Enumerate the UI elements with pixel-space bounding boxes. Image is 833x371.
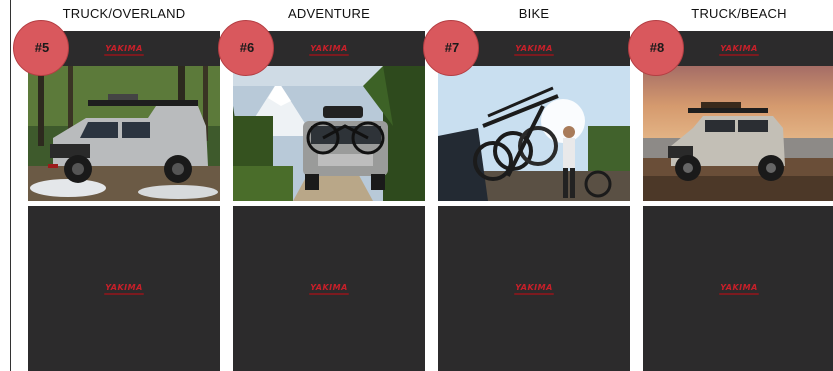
column-truck-beach: TRUCK/BEACH YAKIMA #8 YAKIMA (628, 0, 833, 371)
placeholder-card[interactable]: YAKIMA (643, 206, 833, 371)
yakima-logo: YAKIMA (310, 283, 348, 292)
logo-tagline (514, 293, 554, 295)
column-title: TRUCK/OVERLAND (62, 6, 186, 21)
truck-offroad-forest-photo (28, 66, 220, 201)
column-title: TRUCK/BEACH (691, 6, 787, 21)
placeholder-card[interactable]: YAKIMA (28, 206, 220, 371)
yakima-logo: YAKIMA (720, 283, 758, 292)
column-title: BIKE (518, 6, 550, 21)
column-truck-overland: TRUCK/OVERLAND YAKIMA #5 YAKIMA (13, 0, 220, 371)
placeholder-card[interactable]: YAKIMA (438, 206, 630, 371)
number-badge: #5 (13, 20, 69, 76)
badge-label: #7 (444, 40, 460, 55)
badge-label: #8 (649, 40, 665, 55)
yakima-logo: YAKIMA (310, 44, 348, 53)
yakima-logo: YAKIMA (720, 44, 758, 53)
logo-tagline (104, 293, 144, 295)
yakima-logo: YAKIMA (105, 44, 143, 53)
yakima-logo: YAKIMA (515, 44, 553, 53)
logo-tagline (104, 54, 144, 56)
logo-tagline (719, 293, 759, 295)
logo-tagline (309, 293, 349, 295)
badge-label: #5 (34, 40, 50, 55)
number-badge: #7 (423, 20, 479, 76)
suv-with-bikes-mountain-photo (233, 66, 425, 201)
column-title: ADVENTURE (288, 6, 370, 21)
left-border-line (10, 0, 11, 371)
placeholder-card[interactable]: YAKIMA (233, 206, 425, 371)
column-bike: BIKE YAKIMA #7 YAKIMA (423, 0, 630, 371)
number-badge: #6 (218, 20, 274, 76)
number-badge: #8 (628, 20, 684, 76)
hitch-bike-rack-photo (438, 66, 630, 201)
yakima-logo: YAKIMA (515, 283, 553, 292)
yakima-logo: YAKIMA (105, 283, 143, 292)
logo-tagline (309, 54, 349, 56)
logo-tagline (719, 54, 759, 56)
column-adventure: ADVENTURE YAKIMA #6 YAKIMA (218, 0, 425, 371)
badge-label: #6 (239, 40, 255, 55)
logo-tagline (514, 54, 554, 56)
truck-beach-sunset-photo (643, 66, 833, 201)
